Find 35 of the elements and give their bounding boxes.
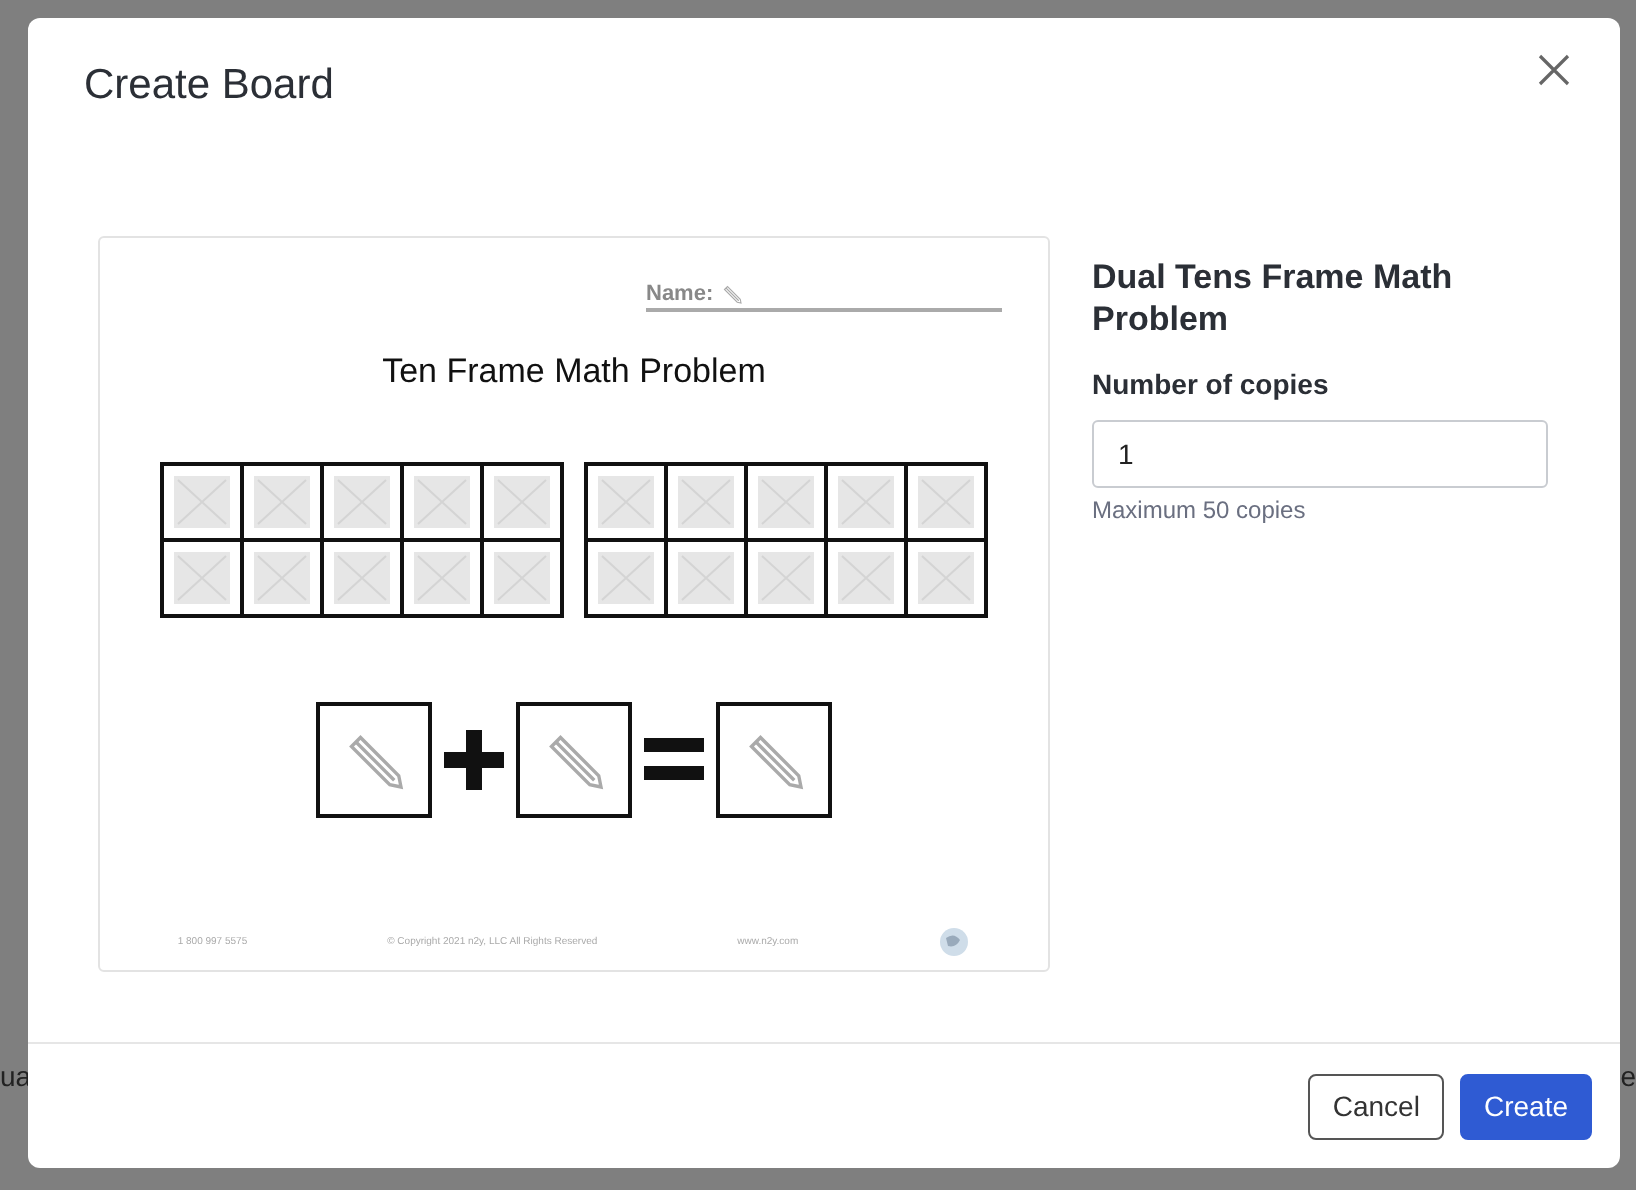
image-placeholder-icon xyxy=(598,552,654,604)
dialog-title: Create Board xyxy=(84,62,334,110)
image-placeholder-icon xyxy=(334,476,390,528)
image-placeholder-icon xyxy=(414,552,470,604)
image-placeholder-icon xyxy=(174,552,230,604)
background-text: e xyxy=(1620,1060,1636,1092)
image-placeholder-icon xyxy=(758,552,814,604)
image-placeholder-icon xyxy=(254,552,310,604)
cancel-button[interactable]: Cancel xyxy=(1308,1073,1444,1139)
image-placeholder-icon xyxy=(838,476,894,528)
copies-label: Number of copies xyxy=(1092,368,1331,400)
image-placeholder-icon xyxy=(254,476,310,528)
worksheet-heading: Ten Frame Math Problem xyxy=(382,352,766,392)
image-placeholder-icon xyxy=(918,476,974,528)
image-placeholder-icon xyxy=(678,476,734,528)
image-placeholder-icon xyxy=(334,552,390,604)
board-name: Dual Tens Frame Math Problem xyxy=(1092,256,1455,340)
image-placeholder-icon xyxy=(838,552,894,604)
copies-input[interactable]: 1 xyxy=(1092,420,1548,488)
equals-icon xyxy=(644,738,704,782)
name-label: Name: xyxy=(646,282,714,306)
plus-icon xyxy=(444,730,504,790)
image-placeholder-icon xyxy=(174,476,230,528)
image-placeholder-icon xyxy=(494,552,550,604)
image-placeholder-icon xyxy=(758,476,814,528)
globe-icon xyxy=(938,926,971,958)
image-placeholder-icon xyxy=(598,476,654,528)
pencil-icon xyxy=(719,282,744,306)
copies-hint: Maximum 50 copies xyxy=(1092,496,1308,524)
image-placeholder-icon xyxy=(494,476,550,528)
close-button[interactable] xyxy=(1536,52,1572,88)
image-placeholder-icon xyxy=(918,552,974,604)
image-placeholder-icon xyxy=(414,476,470,528)
create-button[interactable]: Create xyxy=(1459,1073,1592,1139)
image-placeholder-icon xyxy=(678,552,734,604)
